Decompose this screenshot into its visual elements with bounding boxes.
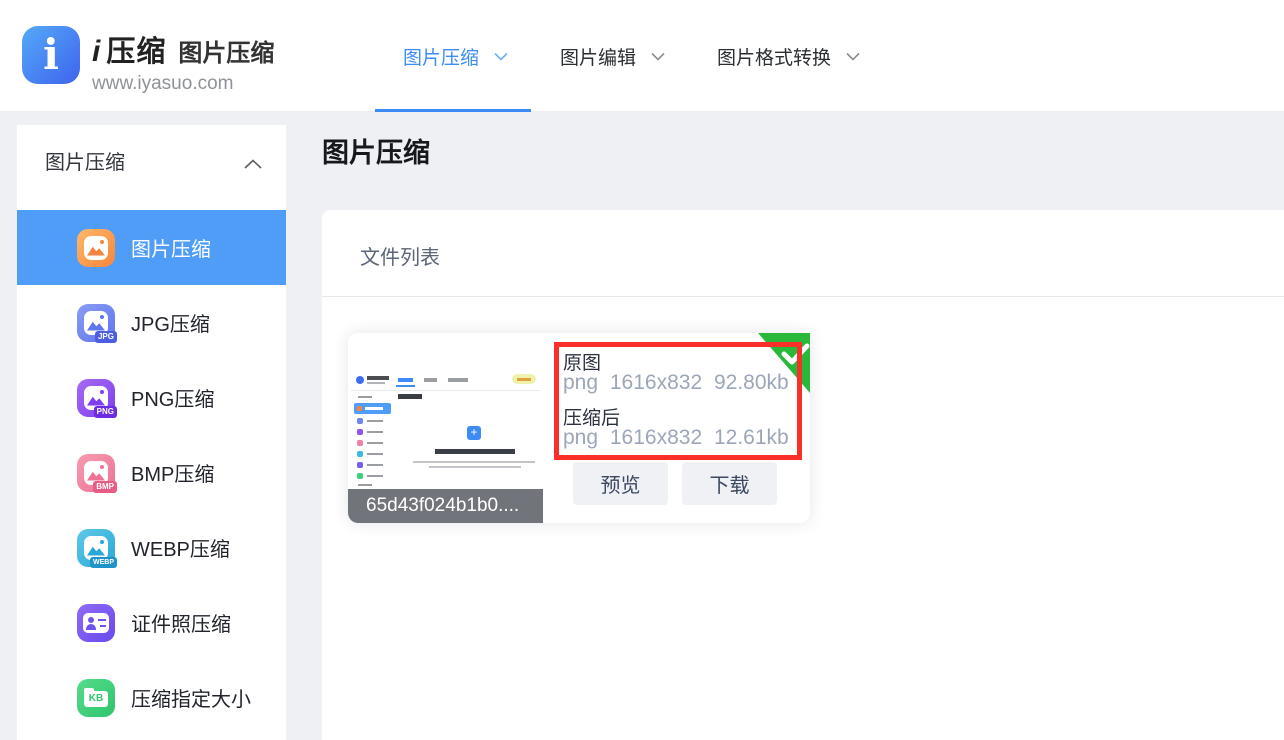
panel-divider	[322, 296, 1284, 297]
mini-caption-bar	[429, 466, 521, 468]
sidebar-group-title: 图片压缩	[45, 146, 125, 175]
mini-sidebar-icon	[357, 418, 363, 424]
file-name: 65d43f024b1b0....	[348, 489, 543, 523]
sidebar-item-bmp-compress[interactable]: BMP BMP压缩	[17, 435, 286, 510]
app-header: i i 压缩 图片压缩 www.iyasuo.com 图片压缩 图片编辑	[0, 0, 1284, 112]
sidebar-item-webp-compress[interactable]: WEBP WEBP压缩	[17, 510, 286, 585]
sidebar-group-header[interactable]: 图片压缩	[17, 125, 286, 195]
sidebar-item-label: JPG压缩	[131, 308, 210, 337]
sidebar-item-label: 证件照压缩	[131, 608, 231, 637]
mini-sidebar-bar	[367, 475, 383, 477]
image-compress-icon	[77, 229, 115, 267]
png-compress-icon: PNG	[77, 379, 115, 417]
sidebar-item-label: 压缩指定大小	[131, 683, 251, 712]
nav-tab-label: 图片压缩	[403, 43, 479, 70]
sidebar-item-label: PNG压缩	[131, 383, 214, 412]
mini-sidebar-bar	[367, 420, 383, 422]
mini-sidebar-bar	[367, 453, 383, 455]
brand-url: www.iyasuo.com	[92, 73, 274, 95]
sidebar-item-image-compress[interactable]: 图片压缩	[17, 210, 286, 285]
mini-upload-text-bar	[435, 449, 515, 454]
sidebar-item-png-compress[interactable]: PNG PNG压缩	[17, 360, 286, 435]
mini-brand-bar	[367, 376, 389, 380]
sidebar-item-id-photo-compress[interactable]: 证件照压缩	[17, 585, 286, 660]
bmp-compress-icon: BMP	[77, 454, 115, 492]
sidebar-item-jpg-compress[interactable]: JPG JPG压缩	[17, 285, 286, 360]
mini-sidebar-icon	[357, 440, 363, 446]
nav-tab-image-compress[interactable]: 图片压缩	[403, 0, 508, 112]
mini-sidebar-bar	[367, 431, 383, 433]
nav-tab-image-edit[interactable]: 图片编辑	[560, 0, 665, 112]
file-card: + 65d43f024b1b0.... 原图 png 1616x832 92.8…	[348, 333, 810, 523]
brand-subtitle: 图片压缩	[178, 33, 274, 68]
nav-tab-format-convert[interactable]: 图片格式转换	[717, 0, 860, 112]
main-nav: 图片压缩 图片编辑 图片格式转换	[403, 0, 860, 112]
mini-nav-bar	[398, 378, 413, 382]
thumbnail-preview-art: +	[351, 366, 540, 489]
mini-sidebar-icon	[357, 429, 363, 435]
mini-logo-dot	[356, 376, 364, 384]
sidebar-item-label: WEBP压缩	[131, 533, 230, 562]
mini-upload-plus: +	[467, 426, 481, 440]
chevron-down-icon	[651, 52, 665, 61]
nav-tab-label: 图片格式转换	[717, 43, 831, 70]
sidebar-menu: 图片压缩 JPG JPG压缩 PNG PNG压缩 BMP	[17, 210, 286, 735]
mini-sidebar-active	[354, 403, 391, 414]
mini-sidebar-icon	[357, 462, 363, 468]
mini-page-title-bar	[398, 394, 422, 399]
mini-login-pill	[512, 374, 536, 384]
jpg-compress-icon: JPG	[77, 304, 115, 342]
kb-folder-icon: KB	[77, 679, 115, 717]
mini-sidebar-bar	[358, 484, 372, 486]
mini-sidebar-bar	[367, 442, 383, 444]
brand-title-prefix: i	[92, 35, 100, 69]
mini-nav-underline	[396, 385, 415, 387]
sidebar-item-compress-to-size[interactable]: KB 压缩指定大小	[17, 660, 286, 735]
id-photo-icon	[77, 604, 115, 642]
mini-nav-bar	[448, 378, 468, 382]
brand-logo[interactable]: i i 压缩 图片压缩 www.iyasuo.com	[22, 26, 274, 95]
chevron-down-icon	[846, 52, 860, 61]
brand-logo-letter: i	[43, 34, 59, 76]
file-list-panel: 文件列表	[322, 210, 1284, 740]
mini-caption-bar	[413, 461, 535, 463]
chevron-down-icon	[494, 52, 508, 61]
brand-title: 压缩	[106, 28, 166, 70]
annotation-highlight-box	[554, 342, 802, 460]
mini-url-bar	[367, 382, 385, 384]
brand-text: i 压缩 图片压缩 www.iyasuo.com	[92, 26, 274, 95]
webp-compress-icon: WEBP	[77, 529, 115, 567]
mini-sidebar-bar	[367, 464, 383, 466]
mini-sidebar-icon	[357, 473, 363, 479]
active-tab-underline	[375, 109, 531, 112]
download-button[interactable]: 下载	[682, 462, 777, 505]
brand-logo-icon: i	[22, 26, 80, 84]
sidebar-item-label: BMP压缩	[131, 458, 214, 487]
file-thumbnail[interactable]: + 65d43f024b1b0....	[348, 333, 543, 523]
mini-sidebar-bar	[358, 396, 372, 398]
preview-button[interactable]: 预览	[573, 462, 668, 505]
file-list-title: 文件列表	[360, 241, 440, 270]
nav-tab-label: 图片编辑	[560, 43, 636, 70]
sidebar: 图片压缩 图片压缩 JPG JPG压缩 PNG	[17, 125, 286, 740]
mini-header-divider	[351, 390, 540, 391]
chevron-up-icon	[244, 159, 262, 169]
mini-sidebar-icon	[357, 451, 363, 457]
mini-nav-bar	[424, 378, 437, 382]
app-window: i i 压缩 图片压缩 www.iyasuo.com 图片压缩 图片编辑	[0, 0, 1284, 740]
page-title: 图片压缩	[322, 131, 430, 170]
sidebar-item-label: 图片压缩	[131, 233, 211, 262]
